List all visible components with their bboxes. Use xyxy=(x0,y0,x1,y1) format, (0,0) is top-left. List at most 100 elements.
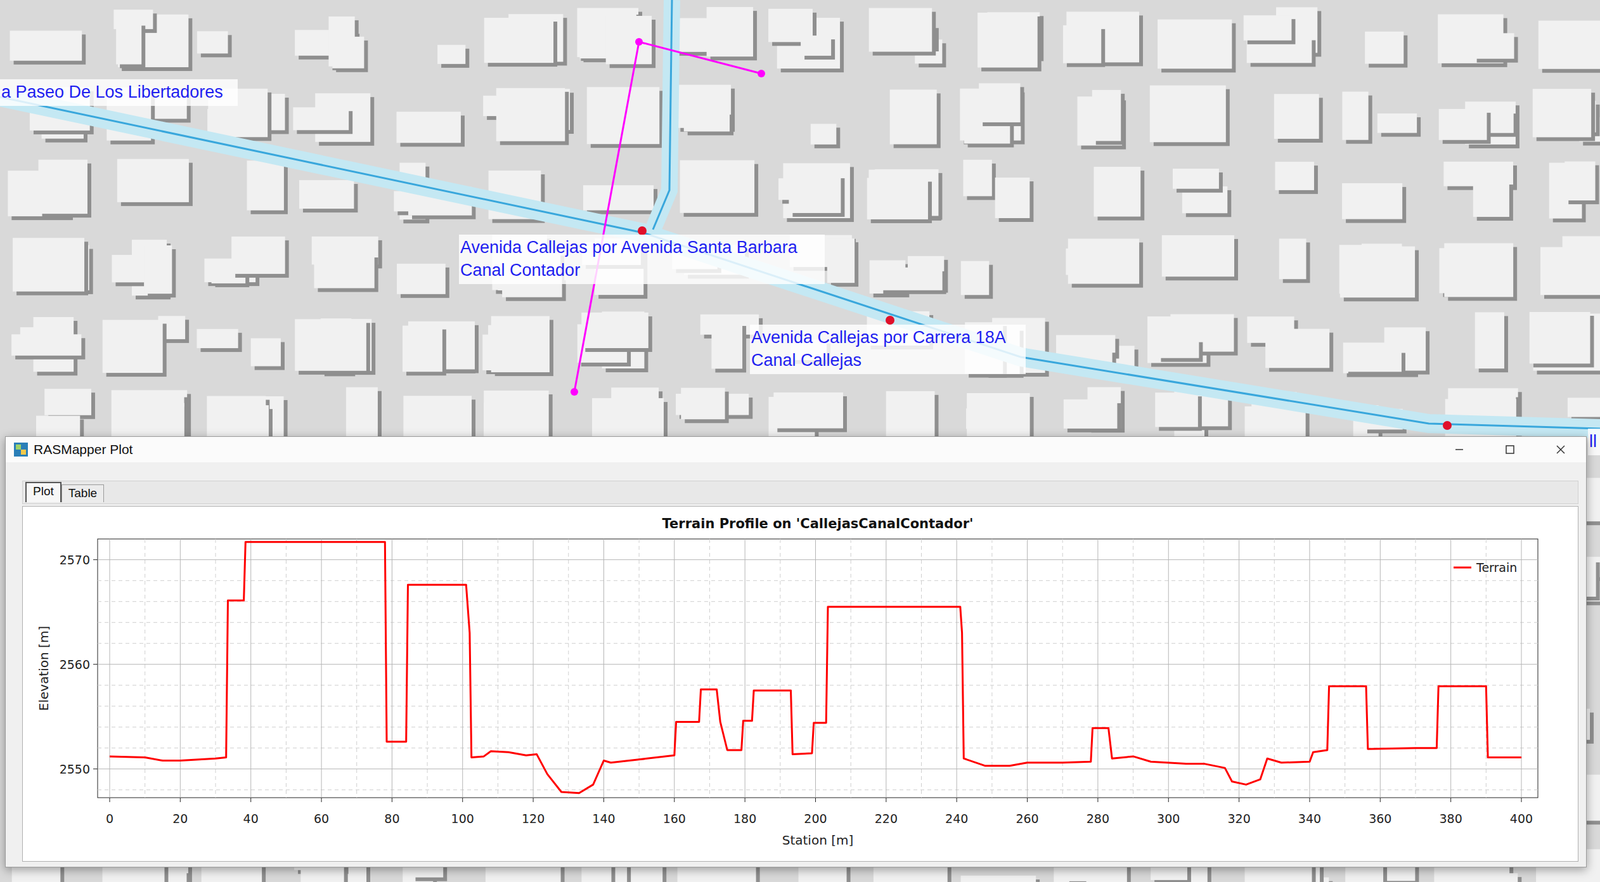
building xyxy=(962,159,996,200)
profile-vertex[interactable] xyxy=(635,38,643,46)
building xyxy=(10,30,87,65)
building xyxy=(800,35,835,60)
minor-gridline xyxy=(97,642,1538,644)
building xyxy=(396,111,465,147)
minor-gridline xyxy=(1062,538,1064,798)
building xyxy=(1340,246,1419,302)
building xyxy=(680,160,759,217)
minor-gridline xyxy=(144,538,146,798)
building xyxy=(978,83,1024,127)
tick-mark xyxy=(1380,797,1381,802)
building xyxy=(1377,113,1421,137)
gridline xyxy=(391,538,393,798)
x-tick-label: 200 xyxy=(803,811,827,826)
building xyxy=(977,12,1042,72)
building xyxy=(496,88,569,146)
building xyxy=(581,312,653,352)
minor-gridline xyxy=(779,538,781,798)
gridline xyxy=(1450,538,1452,798)
x-tick-label: 280 xyxy=(1086,811,1110,826)
profile-line[interactable] xyxy=(574,41,762,392)
building xyxy=(11,334,85,360)
gridline xyxy=(97,663,1538,665)
map-label[interactable]: Avenida Callejas por Carrera 18ACanal Ca… xyxy=(749,324,1026,375)
x-tick-label: 240 xyxy=(945,811,968,826)
building xyxy=(1341,91,1372,144)
building xyxy=(313,253,378,292)
canal-line[interactable] xyxy=(652,0,672,230)
minor-gridline xyxy=(991,538,993,798)
building xyxy=(1344,349,1406,376)
legend-item[interactable]: Terrain xyxy=(1453,560,1517,575)
building xyxy=(1149,85,1230,147)
canal-line[interactable] xyxy=(0,96,1600,429)
legend-swatch xyxy=(1453,566,1472,569)
gridline xyxy=(109,538,111,798)
map-label[interactable]: Avenida Callejas por Avenida Santa Barba… xyxy=(458,234,825,284)
gridline xyxy=(321,538,323,798)
x-tick-label: 320 xyxy=(1227,811,1251,826)
chart-title: Terrain Profile on 'CallejasCanalContado… xyxy=(662,516,974,532)
tab[interactable]: Plot xyxy=(25,481,62,503)
x-tick-label: 360 xyxy=(1368,811,1392,826)
profile-vertex[interactable] xyxy=(570,387,579,396)
minor-gridline xyxy=(97,684,1538,686)
building xyxy=(1156,338,1203,362)
gauge-point[interactable] xyxy=(1442,420,1452,430)
y-tick-label: 2550 xyxy=(59,761,91,776)
tick-mark xyxy=(109,797,111,802)
building xyxy=(1341,183,1407,224)
maximize-button[interactable] xyxy=(1484,436,1536,463)
x-tick-label: 180 xyxy=(733,811,757,826)
tick-mark xyxy=(1521,797,1523,802)
building xyxy=(773,392,847,433)
building xyxy=(782,162,854,222)
map-label[interactable]: ll xyxy=(1587,428,1600,456)
building xyxy=(402,325,447,376)
minor-gridline xyxy=(1344,538,1346,798)
window-body: PlotTable Terrain Profile on 'CallejasCa… xyxy=(5,462,1587,867)
building xyxy=(197,31,233,58)
building xyxy=(44,388,96,420)
building xyxy=(1243,15,1296,45)
minor-gridline xyxy=(97,580,1538,581)
x-tick-label: 0 xyxy=(105,811,114,826)
building xyxy=(706,6,757,61)
building xyxy=(1172,168,1223,193)
minimize-button[interactable] xyxy=(1433,436,1485,463)
building xyxy=(1093,166,1145,220)
x-tick-label: 220 xyxy=(874,811,898,826)
terrain-line[interactable] xyxy=(109,541,1522,794)
tick-mark xyxy=(1097,797,1098,802)
building xyxy=(676,84,735,132)
building xyxy=(961,875,1041,882)
building xyxy=(251,337,285,370)
building xyxy=(788,174,845,217)
gauge-point[interactable] xyxy=(637,226,647,236)
tick-mark xyxy=(956,797,958,802)
title-bar[interactable]: RASMapper Plot xyxy=(5,436,1587,463)
gridline xyxy=(815,538,816,798)
terrain-chart[interactable]: Terrain Profile on 'CallejasCanalContado… xyxy=(22,506,1579,862)
label-line: a Paseo De Los Libertadores xyxy=(1,80,231,104)
screen: a Paseo De Los Libertadores Avenida Calle… xyxy=(0,0,1600,882)
legend-label: Terrain xyxy=(1475,560,1517,575)
gauge-point[interactable] xyxy=(885,315,895,325)
building xyxy=(890,89,941,148)
building xyxy=(1540,247,1600,300)
building xyxy=(491,316,554,377)
close-button[interactable] xyxy=(1535,436,1587,463)
plot-window[interactable]: RASMapper Plot PlotTable Terrain Profile… xyxy=(5,436,1587,868)
tab[interactable]: Table xyxy=(61,484,104,503)
profile-vertex[interactable] xyxy=(757,69,766,78)
building xyxy=(117,159,193,207)
gridline xyxy=(1521,538,1523,798)
y-tick-label: 2560 xyxy=(59,657,91,672)
tick-mark xyxy=(533,797,534,802)
gridline xyxy=(1380,538,1381,798)
map-label[interactable]: a Paseo De Los Libertadores xyxy=(0,79,238,106)
minor-gridline xyxy=(709,538,710,798)
building xyxy=(196,329,242,352)
building xyxy=(116,21,146,68)
building xyxy=(827,238,859,287)
